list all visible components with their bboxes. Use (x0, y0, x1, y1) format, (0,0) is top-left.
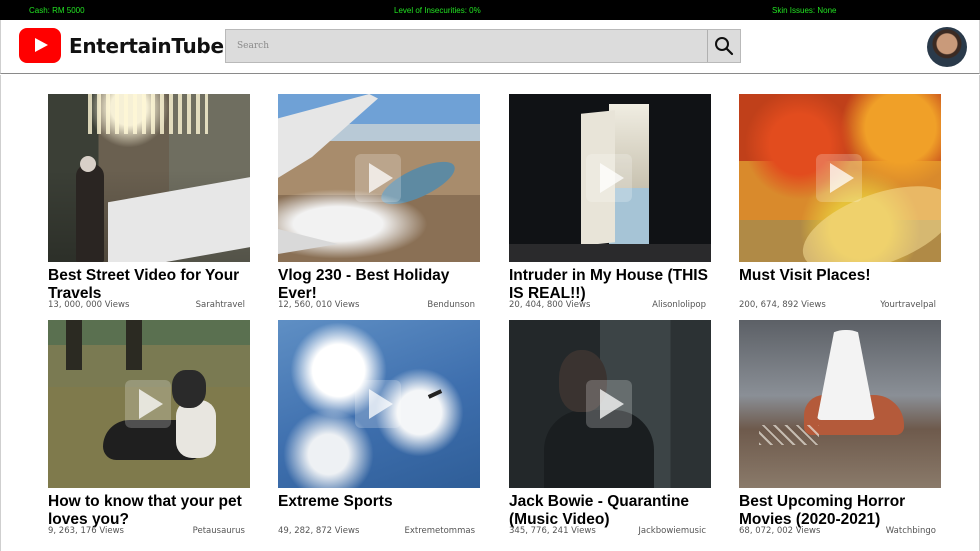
view-count: 200, 674, 892 Views (739, 300, 826, 310)
video-card[interactable]: Best Street Video for Your Travels 13, 0… (48, 94, 250, 315)
view-count: 9, 263, 176 Views (48, 526, 124, 536)
video-meta: 12, 560, 010 Views Bendunson (278, 300, 480, 315)
video-title[interactable]: Best Upcoming Horror Movies (2020-2021) (739, 493, 941, 529)
video-title[interactable]: Jack Bowie - Quarantine (Music Video) (509, 493, 711, 529)
play-icon (355, 154, 401, 202)
view-count: 68, 072, 002 Views (739, 526, 821, 536)
status-bar: Cash: RM 5000 Level of Insecurities: 0% … (0, 0, 980, 20)
video-title[interactable]: Vlog 230 - Best Holiday Ever! (278, 267, 480, 303)
view-count: 345, 776, 241 Views (509, 526, 596, 536)
video-title[interactable]: Extreme Sports (278, 493, 480, 529)
video-meta: 9, 263, 176 Views Petausaurus (48, 526, 250, 541)
search-bar (225, 29, 741, 63)
video-thumbnail[interactable] (509, 94, 711, 262)
video-thumbnail[interactable] (739, 320, 941, 488)
play-icon (586, 154, 632, 202)
play-icon (586, 380, 632, 428)
video-card[interactable]: Best Upcoming Horror Movies (2020-2021) … (739, 320, 941, 541)
video-thumbnail[interactable] (278, 320, 480, 488)
channel-name[interactable]: Alisonlolipop (652, 300, 706, 310)
play-icon (816, 154, 862, 202)
play-icon (125, 380, 171, 428)
view-count: 20, 404, 800 Views (509, 300, 591, 310)
search-icon (715, 37, 734, 56)
video-card[interactable]: Jack Bowie - Quarantine (Music Video) 34… (509, 320, 711, 541)
video-meta: 68, 072, 002 Views Watchbingo (739, 526, 941, 541)
video-thumbnail[interactable] (48, 94, 250, 262)
user-avatar[interactable] (927, 27, 967, 67)
video-meta: 20, 404, 800 Views Alisonlolipop (509, 300, 711, 315)
search-button[interactable] (707, 30, 740, 62)
video-meta: 49, 282, 872 Views Extremetommas (278, 526, 480, 541)
skin-status: Skin Issues: None (772, 6, 837, 15)
channel-name[interactable]: Yourtravelpal (880, 300, 936, 310)
channel-name[interactable]: Watchbingo (886, 526, 936, 536)
logo-text: EntertainTube (69, 33, 224, 58)
search-input[interactable] (226, 30, 708, 62)
video-thumbnail[interactable] (739, 94, 941, 262)
video-card[interactable]: How to know that your pet loves you? 9, … (48, 320, 250, 541)
view-count: 49, 282, 872 Views (278, 526, 360, 536)
play-icon (355, 380, 401, 428)
logo[interactable]: EntertainTube (19, 28, 224, 63)
top-header: EntertainTube (0, 20, 980, 74)
video-title[interactable]: Intruder in My House (THIS IS REAL!!) (509, 267, 711, 303)
video-title[interactable]: How to know that your pet loves you? (48, 493, 250, 529)
video-thumbnail[interactable] (509, 320, 711, 488)
video-thumbnail[interactable] (48, 320, 250, 488)
video-thumbnail[interactable] (278, 94, 480, 262)
cash-status: Cash: RM 5000 (29, 6, 85, 15)
view-count: 12, 560, 010 Views (278, 300, 360, 310)
channel-name[interactable]: Extremetommas (404, 526, 475, 536)
video-title[interactable]: Must Visit Places! (739, 267, 941, 303)
channel-name[interactable]: Sarahtravel (196, 300, 245, 310)
channel-name[interactable]: Petausaurus (193, 526, 245, 536)
video-meta: 200, 674, 892 Views Yourtravelpal (739, 300, 941, 315)
video-card[interactable]: Intruder in My House (THIS IS REAL!!) 20… (509, 94, 711, 315)
insecurities-status: Level of Insecurities: 0% (394, 6, 481, 15)
video-card[interactable]: Extreme Sports 49, 282, 872 Views Extrem… (278, 320, 480, 541)
video-title[interactable]: Best Street Video for Your Travels (48, 267, 250, 303)
channel-name[interactable]: Jackbowiemusic (638, 526, 706, 536)
play-logo-icon (19, 28, 61, 63)
view-count: 13, 000, 000 Views (48, 300, 130, 310)
video-card[interactable]: Vlog 230 - Best Holiday Ever! 12, 560, 0… (278, 94, 480, 315)
video-meta: 13, 000, 000 Views Sarahtravel (48, 300, 250, 315)
video-meta: 345, 776, 241 Views Jackbowiemusic (509, 526, 711, 541)
video-grid: Best Street Video for Your Travels 13, 0… (0, 75, 980, 551)
channel-name[interactable]: Bendunson (427, 300, 475, 310)
video-card[interactable]: Must Visit Places! 200, 674, 892 Views Y… (739, 94, 941, 315)
